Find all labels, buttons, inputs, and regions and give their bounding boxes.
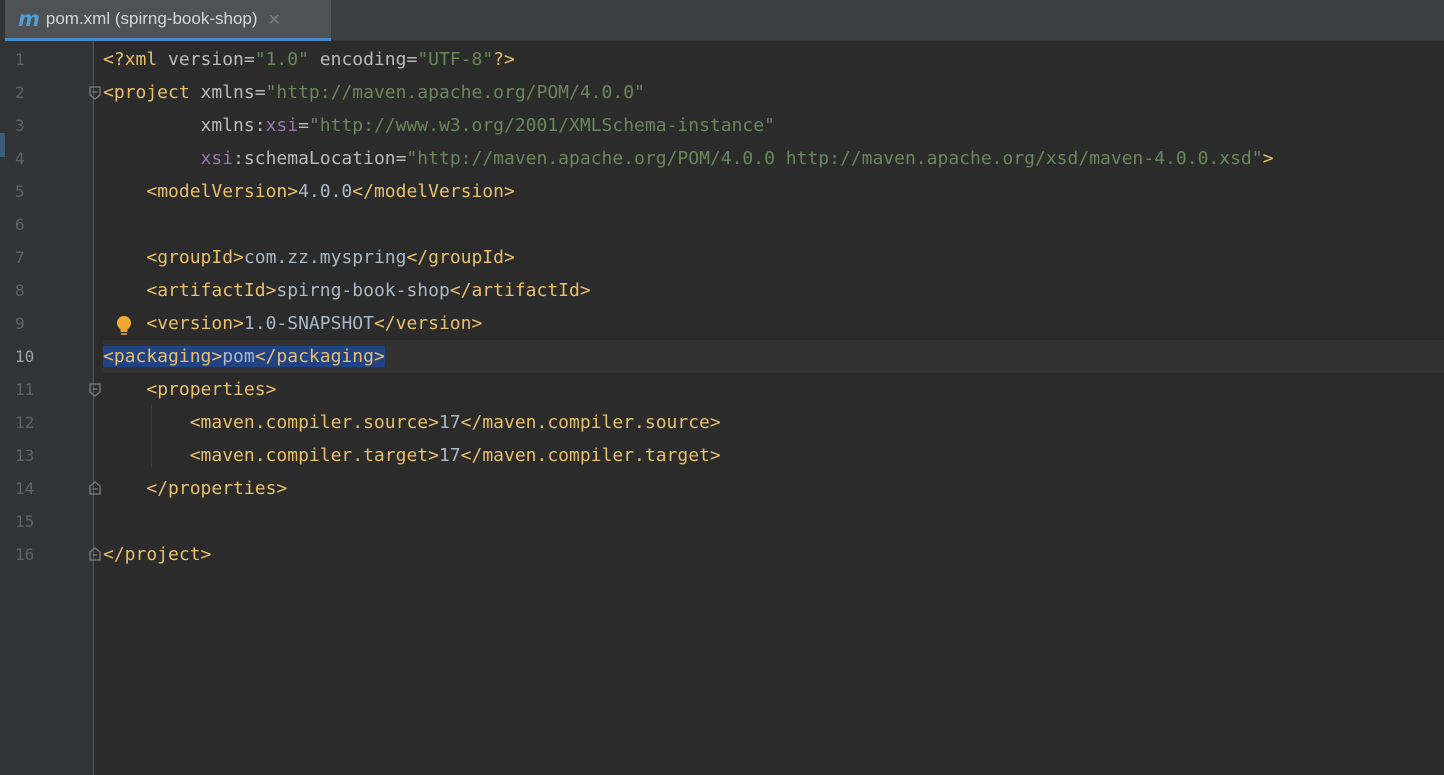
attribute-name: xmlns bbox=[200, 82, 255, 103]
code-line-10-current: <packaging>pom</packaging> bbox=[103, 340, 1444, 373]
attribute-value: "http://maven.apache.org/POM/4.0.0" bbox=[265, 82, 645, 103]
close-tag: </artifactId> bbox=[449, 280, 591, 301]
code-line-2: <project xmlns="http://maven.apache.org/… bbox=[103, 76, 1444, 109]
equals-sign: = bbox=[243, 49, 255, 70]
equals-sign: = bbox=[406, 49, 418, 70]
open-tag: <packaging> bbox=[103, 346, 223, 367]
element-text: 1.0-SNAPSHOT bbox=[243, 313, 374, 334]
line-number: 1 bbox=[15, 50, 25, 69]
text-selection: <packaging>pom</packaging> bbox=[103, 346, 385, 367]
line-number: 15 bbox=[15, 512, 35, 531]
close-tag: </modelVersion> bbox=[352, 181, 515, 202]
line-number: 7 bbox=[15, 248, 25, 267]
line-number: 4 bbox=[15, 149, 25, 168]
element-text: com.zz.myspring bbox=[243, 247, 407, 268]
code-line-13: <maven.compiler.target>17</maven.compile… bbox=[103, 439, 1444, 472]
close-tag: </project> bbox=[103, 544, 212, 565]
code-area[interactable]: <?xml version="1.0" encoding="UTF-8"?> <… bbox=[103, 41, 1444, 775]
fold-open-icon[interactable] bbox=[88, 383, 102, 397]
xml-prolog-close: ?> bbox=[493, 49, 515, 70]
line-number-current: 10 bbox=[15, 347, 35, 366]
open-tag: <artifactId> bbox=[146, 280, 277, 301]
element-text: pom bbox=[222, 346, 255, 367]
attribute-value: "UTF-8" bbox=[417, 49, 494, 70]
attribute-name: xmlns: bbox=[200, 115, 266, 136]
line-number: 14 bbox=[15, 479, 35, 498]
element-text: spirng-book-shop bbox=[276, 280, 450, 301]
equals-sign: = bbox=[298, 115, 309, 136]
equals-sign: = bbox=[254, 82, 266, 103]
fold-close-icon[interactable] bbox=[88, 481, 102, 495]
line-number: 3 bbox=[15, 116, 25, 135]
gutter-divider bbox=[93, 41, 94, 775]
open-tag: <properties> bbox=[146, 379, 277, 400]
code-line-9: <version>1.0-SNAPSHOT</version> bbox=[103, 307, 1444, 340]
line-number: 9 bbox=[15, 314, 25, 333]
attribute-name: encoding bbox=[319, 49, 407, 70]
code-line-8: <artifactId>spirng-book-shop</artifactId… bbox=[103, 274, 1444, 307]
tool-strip-marker bbox=[0, 133, 5, 157]
code-editor[interactable]: 1 2 3 4 5 6 7 8 9 10 11 12 13 14 15 16 <… bbox=[5, 41, 1444, 775]
xml-prolog-open: <?xml bbox=[103, 49, 158, 70]
equals-sign: = bbox=[395, 148, 407, 169]
open-tag: <maven.compiler.target> bbox=[189, 445, 439, 466]
left-tool-strip bbox=[0, 0, 5, 775]
line-number: 12 bbox=[15, 413, 35, 432]
code-line-11: <properties> bbox=[103, 373, 1444, 406]
close-tag: </maven.compiler.target> bbox=[460, 445, 721, 466]
close-tab-icon[interactable]: ✕ bbox=[268, 10, 281, 29]
attribute-name: :schemaLocation bbox=[233, 148, 396, 169]
tab-title: pom.xml (spirng-book-shop) bbox=[45, 9, 258, 28]
close-tag: </packaging> bbox=[254, 346, 385, 367]
element-text: 17 bbox=[438, 412, 461, 433]
line-number: 6 bbox=[15, 215, 25, 234]
open-tag: <groupId> bbox=[146, 247, 244, 268]
code-line-4: xsi:schemaLocation="http://maven.apache.… bbox=[103, 142, 1444, 175]
attribute-name: version bbox=[168, 49, 244, 70]
code-line-3: xmlns:xsi="http://www.w3.org/2001/XMLSch… bbox=[103, 109, 1444, 142]
code-line-7: <groupId>com.zz.myspring</groupId> bbox=[103, 241, 1444, 274]
attribute-value: "1.0" bbox=[254, 49, 309, 70]
attribute-value: "http://www.w3.org/2001/XMLSchema-instan… bbox=[308, 115, 775, 136]
element-text: 4.0.0 bbox=[298, 181, 353, 202]
code-line-16: </project> bbox=[103, 538, 1444, 571]
code-line-12: <maven.compiler.source>17</maven.compile… bbox=[103, 406, 1444, 439]
open-tag: <modelVersion> bbox=[146, 181, 299, 202]
tag-bracket: > bbox=[1262, 148, 1274, 169]
line-number: 8 bbox=[15, 281, 25, 300]
code-line-5: <modelVersion>4.0.0</modelVersion> bbox=[103, 175, 1444, 208]
namespace-prefix: xsi bbox=[265, 115, 299, 136]
line-number: 11 bbox=[15, 380, 35, 399]
open-tag: <version> bbox=[146, 313, 244, 334]
line-number: 2 bbox=[15, 83, 25, 102]
code-line-1: <?xml version="1.0" encoding="UTF-8"?> bbox=[103, 43, 1444, 76]
fold-close-icon[interactable] bbox=[88, 547, 102, 561]
line-number: 13 bbox=[15, 446, 35, 465]
close-tag: </maven.compiler.source> bbox=[460, 412, 721, 433]
code-line-14: </properties> bbox=[103, 472, 1444, 505]
open-tag: <maven.compiler.source> bbox=[189, 412, 439, 433]
attribute-value: "http://maven.apache.org/POM/4.0.0 http:… bbox=[406, 148, 1263, 169]
namespace-prefix: xsi bbox=[200, 148, 234, 169]
maven-file-icon: m bbox=[18, 6, 40, 31]
close-tag: </groupId> bbox=[406, 247, 515, 268]
tab-pom-xml[interactable]: m pom.xml (spirng-book-shop) ✕ bbox=[5, 0, 331, 41]
element-text: 17 bbox=[438, 445, 461, 466]
close-tag: </version> bbox=[373, 313, 483, 334]
line-number: 5 bbox=[15, 182, 25, 201]
fold-open-icon[interactable] bbox=[88, 86, 102, 100]
editor-tab-bar: m pom.xml (spirng-book-shop) ✕ bbox=[0, 0, 1444, 41]
open-tag: <project bbox=[103, 82, 190, 103]
line-number: 16 bbox=[15, 545, 35, 564]
close-tag: </properties> bbox=[146, 478, 288, 499]
